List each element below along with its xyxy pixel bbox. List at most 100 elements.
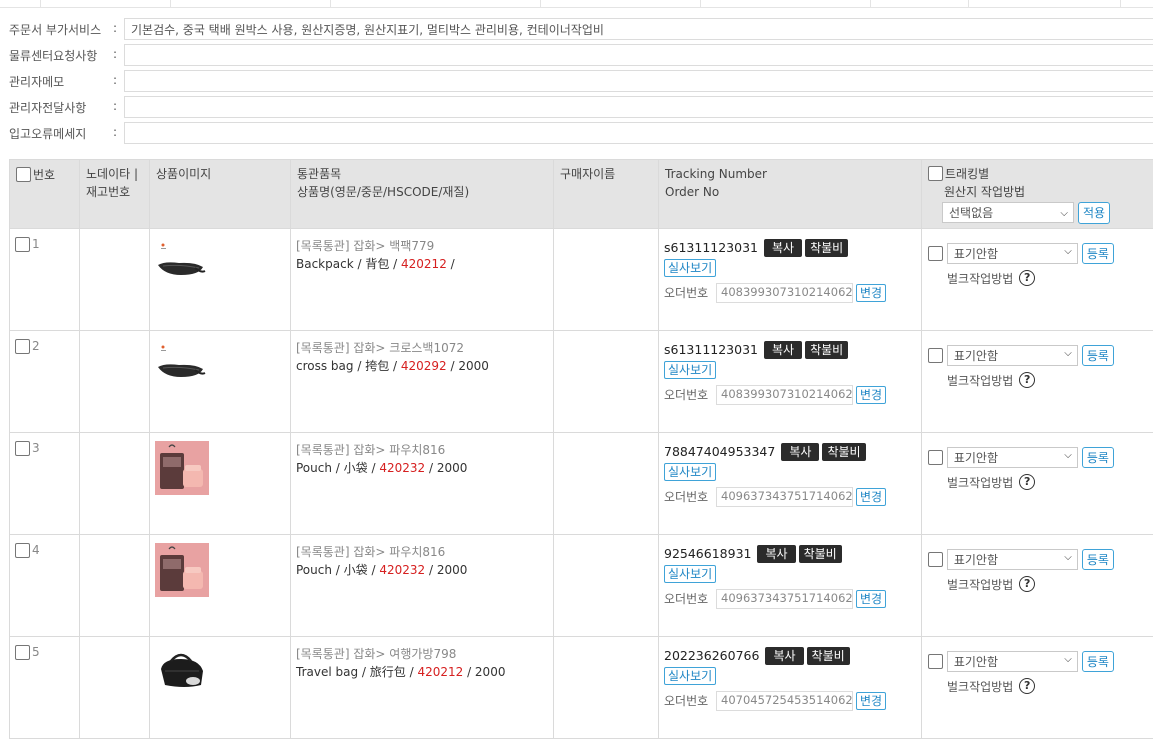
change-button[interactable]: 변경 [856, 692, 886, 710]
info-field[interactable] [124, 44, 1153, 66]
register-button[interactable]: 등록 [1082, 651, 1114, 672]
chevron-down-icon: ⌵ [1064, 246, 1072, 257]
cell-buyer [554, 636, 659, 738]
product-name-line: Pouch / 小袋 / 420232 / 2000 [296, 561, 548, 579]
info-colon: : [113, 125, 117, 139]
cell-node [80, 330, 150, 432]
origin-checkbox[interactable] [928, 654, 943, 669]
row-checkbox[interactable] [15, 441, 30, 456]
cell-origin: 표기안함⌵등록벌크작업방법? [922, 636, 1153, 738]
header-customs-line1: 통관품목 [297, 165, 547, 183]
bulk-method-label: 벌크작업방법 [947, 474, 1013, 491]
product-name-cn: 旅行包 [370, 665, 406, 679]
order-items-table: 번호 노데이타 | 재고번호 상품이미지 통관품목 상품명(영문/중문/HSCO… [9, 159, 1153, 739]
origin-checkbox[interactable] [928, 348, 943, 363]
select-all-checkbox[interactable] [16, 167, 31, 182]
copy-button[interactable]: 복사 [757, 545, 795, 563]
order-no-input[interactable]: 408399307310214062 [716, 283, 853, 303]
arrival-fee-button[interactable]: 착불비 [805, 341, 848, 359]
info-row: 관리자전달사항: [0, 95, 1153, 121]
origin-method-select[interactable]: 표기안함⌵ [947, 243, 1078, 264]
copy-button[interactable]: 복사 [764, 239, 802, 257]
origin-checkbox[interactable] [928, 552, 943, 567]
product-name-en: Pouch [296, 461, 332, 475]
change-button[interactable]: 변경 [856, 590, 886, 608]
row-checkbox[interactable] [15, 543, 30, 558]
origin-checkbox[interactable] [928, 450, 943, 465]
product-name-en: Travel bag [296, 665, 358, 679]
copy-button[interactable]: 복사 [764, 341, 802, 359]
help-icon[interactable]: ? [1019, 474, 1035, 490]
hscode: 420212 [401, 257, 447, 271]
origin-method-select[interactable]: 표기안함⌵ [947, 549, 1078, 570]
product-name-en: cross bag [296, 359, 354, 373]
info-field[interactable] [124, 122, 1153, 144]
order-no-input[interactable]: 409637343751714062 [716, 487, 853, 507]
row-checkbox[interactable] [15, 339, 30, 354]
arrival-fee-button[interactable]: 착불비 [822, 443, 865, 461]
order-no-label: 오더번호 [664, 386, 716, 403]
info-field[interactable]: 기본검수, 중국 택배 원박스 사용, 원산지증명, 원산지표기, 멀티박스 관… [124, 18, 1153, 40]
cell-buyer [554, 330, 659, 432]
origin-method-select[interactable]: 표기안함⌵ [947, 345, 1078, 366]
help-icon[interactable]: ? [1019, 270, 1035, 286]
order-no-label: 오더번호 [664, 284, 716, 301]
copy-button[interactable]: 복사 [765, 647, 803, 665]
chevron-down-icon: ⌵ [1064, 450, 1072, 461]
product-name-cn: 小袋 [344, 563, 368, 577]
view-photo-button[interactable]: 실사보기 [664, 667, 716, 685]
copy-button[interactable]: 복사 [781, 443, 819, 461]
order-no-label: 오더번호 [664, 692, 716, 709]
bulk-method-label: 벌크작업방법 [947, 372, 1013, 389]
order-no-input[interactable]: 407045725453514062 [716, 691, 853, 711]
info-colon: : [113, 21, 117, 35]
bulk-method-label: 벌크작업방법 [947, 678, 1013, 695]
origin-method-select-all[interactable]: 선택없음⌵ [942, 202, 1074, 223]
arrival-fee-button[interactable]: 착불비 [805, 239, 848, 257]
change-button[interactable]: 변경 [856, 386, 886, 404]
help-icon[interactable]: ? [1019, 576, 1035, 592]
header-node-line2: 재고번호 [86, 183, 143, 201]
order-no-input[interactable]: 408399307310214062 [716, 385, 853, 405]
view-photo-button[interactable]: 실사보기 [664, 259, 716, 277]
arrival-fee-button[interactable]: 착불비 [799, 545, 842, 563]
cell-number: 1 [10, 228, 80, 330]
material: 2000 [437, 461, 468, 475]
change-button[interactable]: 변경 [856, 488, 886, 506]
apply-button[interactable]: 적용 [1078, 202, 1110, 224]
view-photo-button[interactable]: 실사보기 [664, 565, 716, 583]
register-button[interactable]: 등록 [1082, 447, 1114, 468]
tracking-all-checkbox[interactable] [928, 166, 943, 181]
chevron-down-icon: ⌵ [1064, 552, 1072, 563]
info-row: 주문서 부가서비스:기본검수, 중국 택배 원박스 사용, 원산지증명, 원산지… [0, 17, 1153, 43]
cell-node [80, 228, 150, 330]
row-checkbox[interactable] [15, 237, 30, 252]
help-icon[interactable]: ? [1019, 372, 1035, 388]
tracking-number: 202236260766 [664, 648, 759, 663]
order-no-label: 오더번호 [664, 488, 716, 505]
view-photo-button[interactable]: 실사보기 [664, 361, 716, 379]
order-no-input[interactable]: 409637343751714062 [716, 589, 853, 609]
row-number: 3 [32, 441, 40, 455]
header-node-line1: 노데이타 | [86, 165, 143, 183]
change-button[interactable]: 변경 [856, 284, 886, 302]
arrival-fee-button[interactable]: 착불비 [807, 647, 850, 665]
product-image [155, 543, 209, 597]
header-image-label: 상품이미지 [156, 167, 211, 181]
help-icon[interactable]: ? [1019, 678, 1035, 694]
product-name-line: cross bag / 挎包 / 420292 / 2000 [296, 357, 548, 375]
header-customs: 통관품목 상품명(영문/중문/HSCODE/재질) [291, 160, 554, 229]
info-field[interactable] [124, 70, 1153, 92]
origin-checkbox[interactable] [928, 246, 943, 261]
register-button[interactable]: 등록 [1082, 345, 1114, 366]
register-button[interactable]: 등록 [1082, 549, 1114, 570]
register-button[interactable]: 등록 [1082, 243, 1114, 264]
origin-method-select[interactable]: 표기안함⌵ [947, 447, 1078, 468]
info-colon: : [113, 47, 117, 61]
origin-method-select[interactable]: 표기안함⌵ [947, 651, 1078, 672]
row-checkbox[interactable] [15, 645, 30, 660]
product-image [155, 441, 209, 495]
view-photo-button[interactable]: 실사보기 [664, 463, 716, 481]
header-label: 트래킹별 원산지 작업방법 선택없음⌵적용 [922, 160, 1153, 229]
info-field[interactable] [124, 96, 1153, 118]
